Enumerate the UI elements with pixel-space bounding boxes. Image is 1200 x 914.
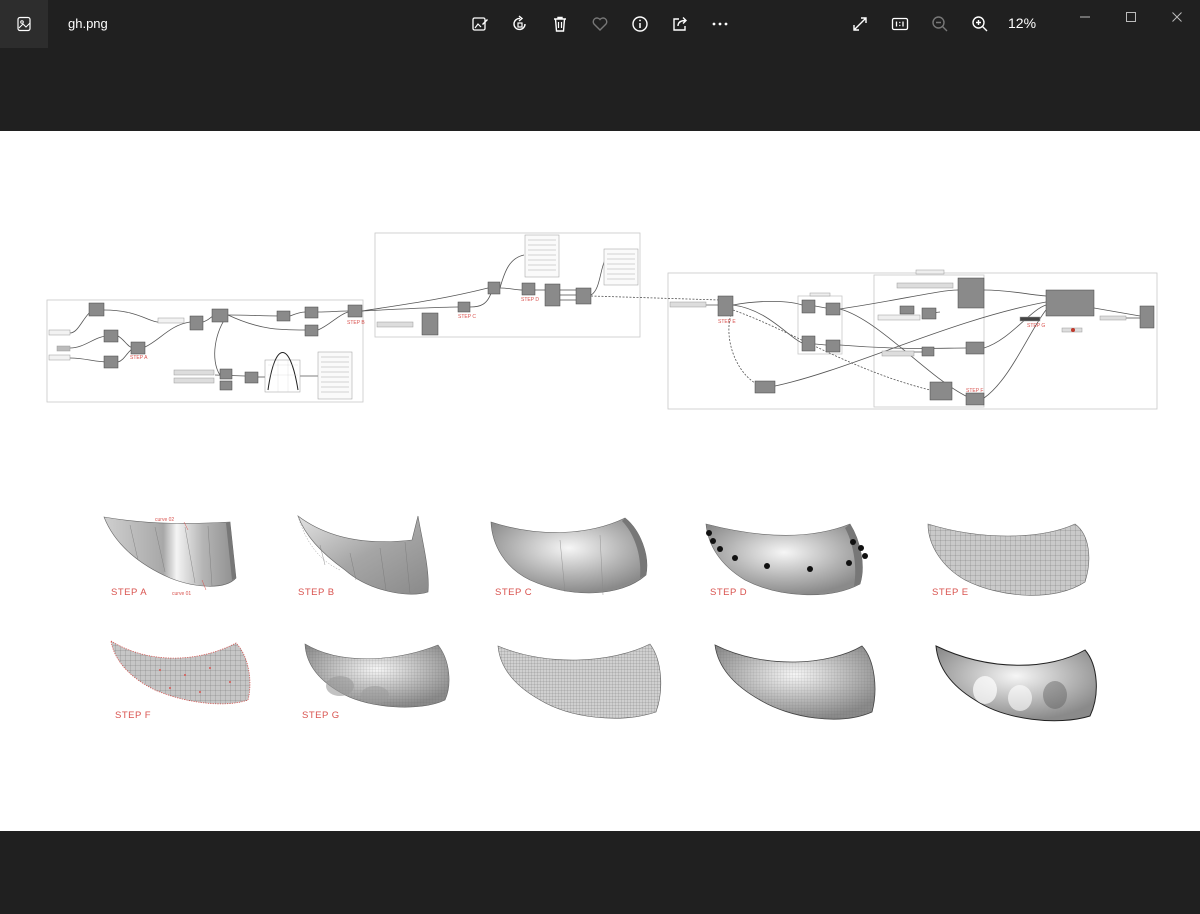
minimize-button[interactable] <box>1073 8 1097 26</box>
delete-icon <box>554 16 566 32</box>
zoom-out-button[interactable] <box>928 12 952 36</box>
zoom-in-icon <box>972 16 988 32</box>
photos-icon <box>17 16 31 32</box>
render-label-step-e: STEP E <box>932 587 969 598</box>
rotate-button[interactable] <box>508 12 532 36</box>
photos-app-icon[interactable] <box>0 0 48 48</box>
image-canvas: STEP A STEP B STEP C STEP D STEP E STEP … <box>0 131 1200 831</box>
render-step-h <box>497 643 662 719</box>
gh-label-step-b: STEP B <box>347 320 365 326</box>
favorite-icon <box>592 17 608 31</box>
more-button[interactable] <box>708 12 732 36</box>
fullscreen-button[interactable] <box>848 12 872 36</box>
share-icon <box>673 17 687 31</box>
render-step-e <box>927 523 1090 596</box>
render-step-i <box>714 644 876 720</box>
render-step-b <box>297 515 429 595</box>
minimize-icon <box>1080 16 1090 18</box>
file-name: gh.png <box>68 16 108 31</box>
more-icon <box>712 22 728 26</box>
render-step-a: curve 02 curve 01 <box>103 516 237 597</box>
maximize-button[interactable] <box>1119 8 1143 26</box>
share-button[interactable] <box>668 12 692 36</box>
edit-image-button[interactable] <box>468 12 492 36</box>
render-step-g <box>304 643 450 708</box>
edit-image-icon <box>472 17 488 31</box>
render-label-step-d: STEP D <box>710 587 747 598</box>
title-bar: gh.png 12% <box>0 0 1200 48</box>
gh-label-step-d: STEP D <box>521 297 539 303</box>
render-step-c <box>490 517 648 596</box>
grasshopper-diagram-image: STEP A STEP B STEP C STEP D STEP E STEP … <box>46 232 1158 722</box>
delete-button[interactable] <box>548 12 572 36</box>
render-label-step-a: STEP A <box>111 587 147 598</box>
render-label-step-c: STEP C <box>495 587 532 598</box>
gh-label-step-f: STEP F <box>966 388 983 394</box>
zoom-level[interactable]: 12% <box>1008 15 1036 31</box>
rotate-icon <box>513 15 526 31</box>
gh-label-step-c: STEP C <box>458 314 476 320</box>
gh-label-step-e: STEP E <box>718 319 736 325</box>
close-button[interactable] <box>1165 8 1189 26</box>
curve-01-label: curve 01 <box>172 591 191 597</box>
render-step-f <box>110 640 251 705</box>
info-button[interactable] <box>628 12 652 36</box>
gh-label-step-g: STEP G <box>1027 323 1045 329</box>
actual-size-icon <box>891 17 909 31</box>
gh-label-step-a: STEP A <box>130 355 148 361</box>
curve-02-label: curve 02 <box>155 517 174 523</box>
render-step-d <box>705 523 868 596</box>
render-label-step-g: STEP G <box>302 710 340 721</box>
zoom-in-button[interactable] <box>968 12 992 36</box>
red-indicator <box>1071 328 1075 332</box>
fullscreen-icon <box>853 17 867 31</box>
close-icon <box>1172 12 1182 22</box>
render-label-step-b: STEP B <box>298 587 335 598</box>
maximize-icon <box>1126 12 1136 22</box>
favorite-button[interactable] <box>588 12 612 36</box>
zoom-out-icon <box>932 16 948 32</box>
render-label-step-f: STEP F <box>115 710 151 721</box>
info-icon <box>632 16 648 32</box>
render-step-j <box>935 645 1097 722</box>
actual-size-button[interactable] <box>888 12 912 36</box>
